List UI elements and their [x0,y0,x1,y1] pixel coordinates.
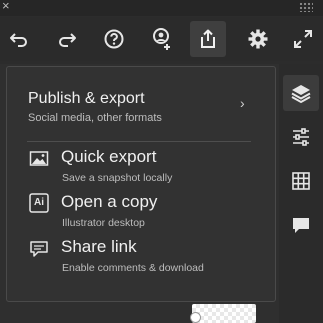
open-copy-title: Open a copy [61,192,158,211]
top-toolbar [0,17,323,61]
add-user-icon [153,28,170,50]
publish-export-item[interactable]: Publish & export Social media, other for… [7,67,275,137]
fullscreen-icon [294,30,312,48]
publish-export-popover: Publish & export Social media, other for… [6,66,276,302]
illustrator-badge: Ai [34,197,44,208]
share-export-icon [201,29,215,48]
quick-export-subtitle: Save a snapshot locally [62,172,173,184]
help-icon [104,29,124,49]
redo-icon [59,33,76,47]
redo-button[interactable] [49,21,85,57]
artboard-preview[interactable] [192,304,256,323]
grid-icon [292,172,310,190]
fullscreen-button[interactable] [285,21,321,57]
publish-export-title: Publish & export [28,90,145,107]
title-strip: × [0,0,323,16]
invite-button[interactable] [144,21,180,57]
artboard-rotate-handle[interactable] [190,312,201,323]
close-tab-icon[interactable]: × [0,0,10,14]
layers-icon [291,85,311,104]
grip-dots-icon[interactable] [299,2,313,12]
divider [27,141,251,142]
share-link-subtitle: Enable comments & download [62,262,204,274]
settings-button[interactable] [240,21,276,57]
properties-button[interactable] [283,119,319,155]
open-copy-subtitle: Illustrator desktop [62,217,145,229]
share-link-title: Share link [61,237,137,256]
share-export-button[interactable] [190,21,226,57]
undo-icon [10,33,27,47]
gear-icon [248,29,268,49]
open-copy-item[interactable]: Ai Open a copy Illustrator desktop [7,190,275,232]
share-link-item[interactable]: Share link Enable comments & download [7,235,275,277]
right-panel-rail [279,64,323,323]
properties-sliders-icon [293,128,309,146]
undo-button[interactable] [1,21,37,57]
publish-export-subtitle: Social media, other formats [28,112,162,124]
comment-icon [30,241,48,257]
comment-icon [293,218,309,233]
image-icon [29,151,49,166]
quick-export-title: Quick export [61,147,157,166]
layers-button[interactable] [283,75,319,111]
chevron-right-icon: › [240,95,245,111]
quick-export-item[interactable]: Quick export Save a snapshot locally [7,145,275,187]
grid-button[interactable] [283,163,319,199]
comments-button[interactable] [283,207,319,243]
help-button[interactable] [96,21,132,57]
